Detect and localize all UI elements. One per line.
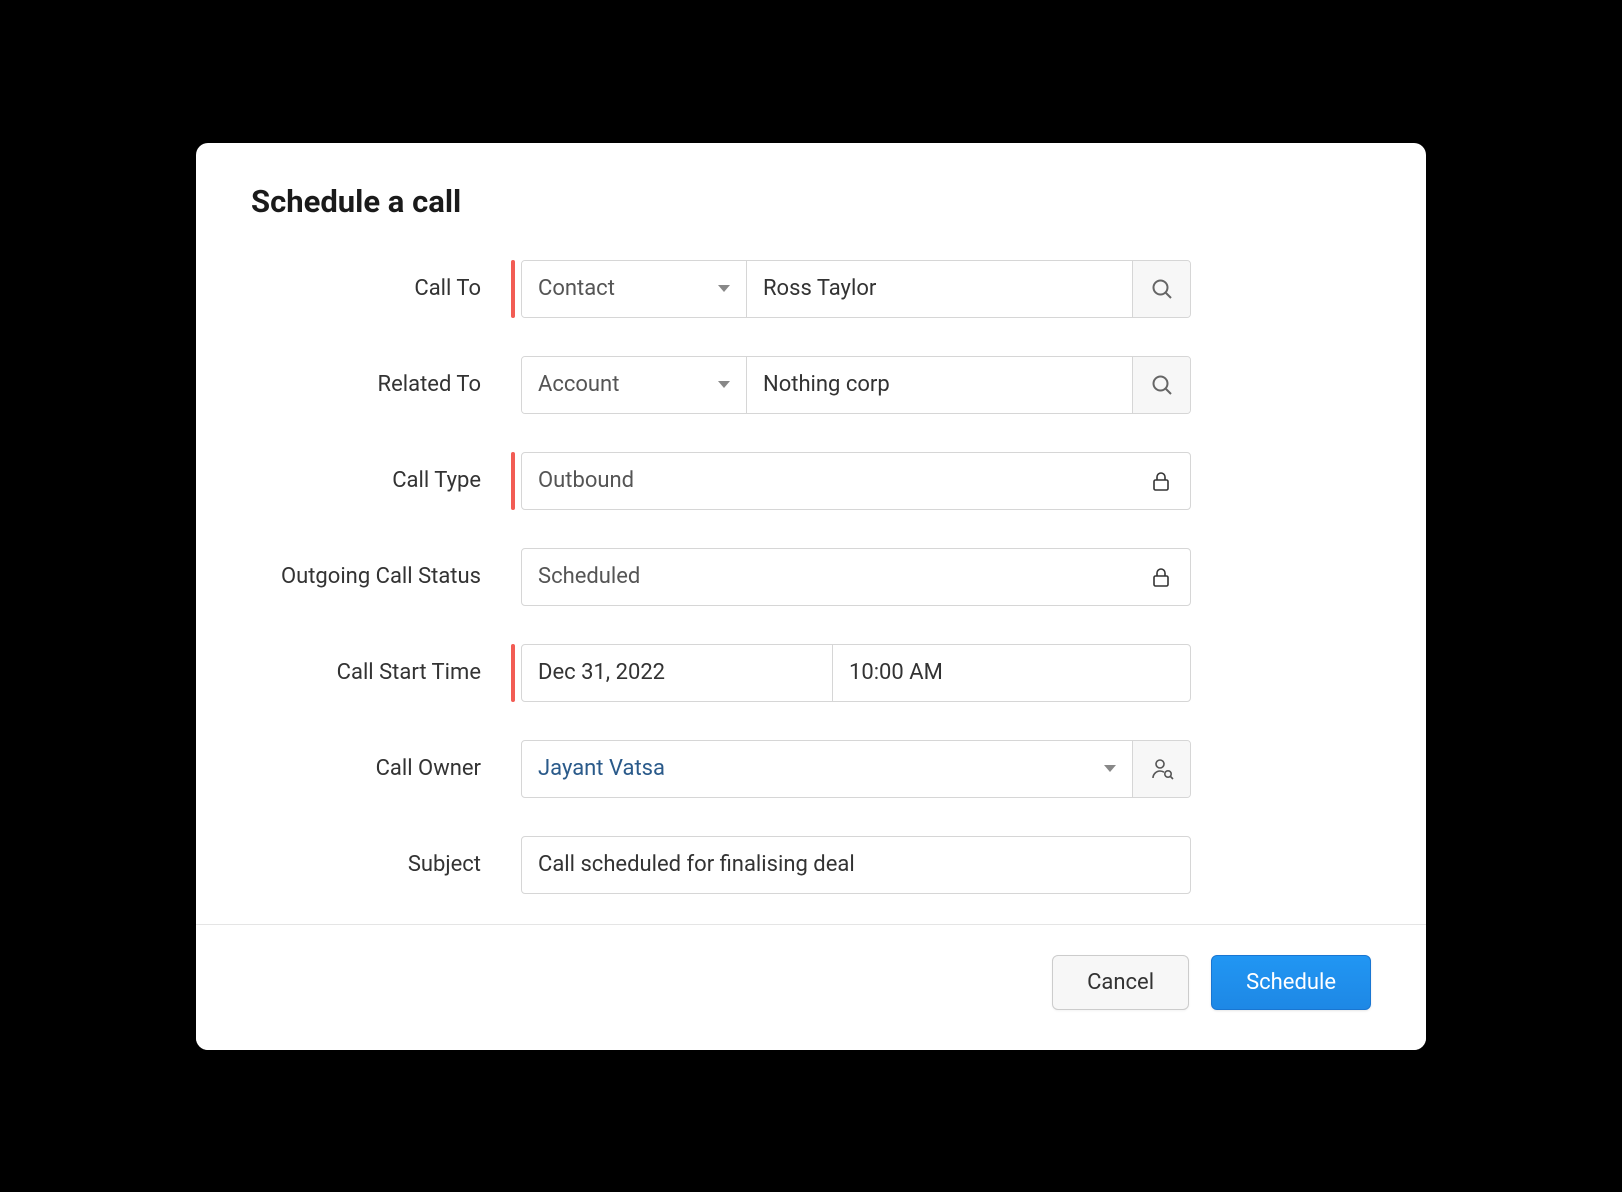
required-indicator bbox=[511, 452, 515, 510]
input-group-outgoing-status: Scheduled bbox=[521, 548, 1191, 606]
modal-body: Schedule a call Call To Contact Ross Tay… bbox=[196, 143, 1426, 924]
label-call-to: Call To bbox=[251, 276, 511, 301]
label-outgoing-status: Outgoing Call Status bbox=[251, 564, 511, 589]
row-start-time: Call Start Time bbox=[251, 644, 1371, 702]
call-type-field: Outbound bbox=[522, 453, 1132, 509]
related-to-type-select[interactable]: Account bbox=[522, 357, 747, 413]
cancel-button[interactable]: Cancel bbox=[1052, 955, 1189, 1010]
required-indicator bbox=[511, 644, 515, 702]
related-to-name-value: Nothing corp bbox=[763, 372, 890, 397]
required-indicator bbox=[511, 260, 515, 318]
control-owner: Jayant Vatsa bbox=[511, 740, 1191, 798]
call-to-name-field[interactable]: Ross Taylor bbox=[747, 261, 1132, 317]
chevron-down-icon bbox=[718, 285, 730, 292]
control-related-to: Account Nothing corp bbox=[511, 356, 1191, 414]
modal-title: Schedule a call bbox=[251, 183, 1371, 220]
call-type-value: Outbound bbox=[538, 468, 634, 493]
label-call-type: Call Type bbox=[251, 468, 511, 493]
start-time-input[interactable] bbox=[833, 645, 1190, 701]
subject-input[interactable] bbox=[522, 837, 1190, 893]
schedule-call-modal: Schedule a call Call To Contact Ross Tay… bbox=[196, 143, 1426, 1050]
owner-lookup-button[interactable] bbox=[1132, 741, 1190, 797]
label-subject: Subject bbox=[251, 852, 511, 877]
control-subject bbox=[511, 836, 1191, 894]
outgoing-status-lock bbox=[1132, 549, 1190, 605]
owner-field[interactable]: Jayant Vatsa bbox=[522, 741, 1088, 797]
call-to-type-select[interactable]: Contact bbox=[522, 261, 747, 317]
label-related-to: Related To bbox=[251, 372, 511, 397]
call-to-type-value: Contact bbox=[538, 276, 615, 301]
call-to-name-value: Ross Taylor bbox=[763, 276, 876, 301]
outgoing-status-field: Scheduled bbox=[522, 549, 1132, 605]
input-group-call-type: Outbound bbox=[521, 452, 1191, 510]
control-outgoing-status: Scheduled bbox=[511, 548, 1191, 606]
related-to-name-field[interactable]: Nothing corp bbox=[747, 357, 1132, 413]
search-icon bbox=[1150, 277, 1174, 301]
user-search-icon bbox=[1149, 756, 1175, 782]
control-start-time bbox=[511, 644, 1191, 702]
lock-icon bbox=[1151, 566, 1171, 588]
input-group-owner: Jayant Vatsa bbox=[521, 740, 1191, 798]
input-group-call-to: Contact Ross Taylor bbox=[521, 260, 1191, 318]
schedule-button[interactable]: Schedule bbox=[1211, 955, 1371, 1010]
row-call-type: Call Type Outbound bbox=[251, 452, 1371, 510]
start-date-input[interactable] bbox=[522, 645, 833, 701]
control-call-to: Contact Ross Taylor bbox=[511, 260, 1191, 318]
owner-value: Jayant Vatsa bbox=[538, 756, 665, 781]
row-call-to: Call To Contact Ross Taylor bbox=[251, 260, 1371, 318]
call-type-lock bbox=[1132, 453, 1190, 509]
related-to-type-value: Account bbox=[538, 372, 619, 397]
indicator-spacer bbox=[511, 356, 515, 414]
chevron-down-icon bbox=[1104, 765, 1116, 772]
search-icon bbox=[1150, 373, 1174, 397]
input-group-subject bbox=[521, 836, 1191, 894]
outgoing-status-value: Scheduled bbox=[538, 564, 640, 589]
indicator-spacer bbox=[511, 548, 515, 606]
label-owner: Call Owner bbox=[251, 756, 511, 781]
input-group-start-time bbox=[521, 644, 1191, 702]
row-related-to: Related To Account Nothing corp bbox=[251, 356, 1371, 414]
chevron-down-icon bbox=[718, 381, 730, 388]
row-subject: Subject bbox=[251, 836, 1371, 894]
control-call-type: Outbound bbox=[511, 452, 1191, 510]
row-owner: Call Owner Jayant Vatsa bbox=[251, 740, 1371, 798]
input-group-related-to: Account Nothing corp bbox=[521, 356, 1191, 414]
indicator-spacer bbox=[511, 836, 515, 894]
call-to-search-button[interactable] bbox=[1132, 261, 1190, 317]
related-to-search-button[interactable] bbox=[1132, 357, 1190, 413]
owner-dropdown-toggle[interactable] bbox=[1088, 741, 1132, 797]
lock-icon bbox=[1151, 470, 1171, 492]
label-start-time: Call Start Time bbox=[251, 660, 511, 685]
indicator-spacer bbox=[511, 740, 515, 798]
modal-footer: Cancel Schedule bbox=[196, 924, 1426, 1050]
row-outgoing-status: Outgoing Call Status Scheduled bbox=[251, 548, 1371, 606]
